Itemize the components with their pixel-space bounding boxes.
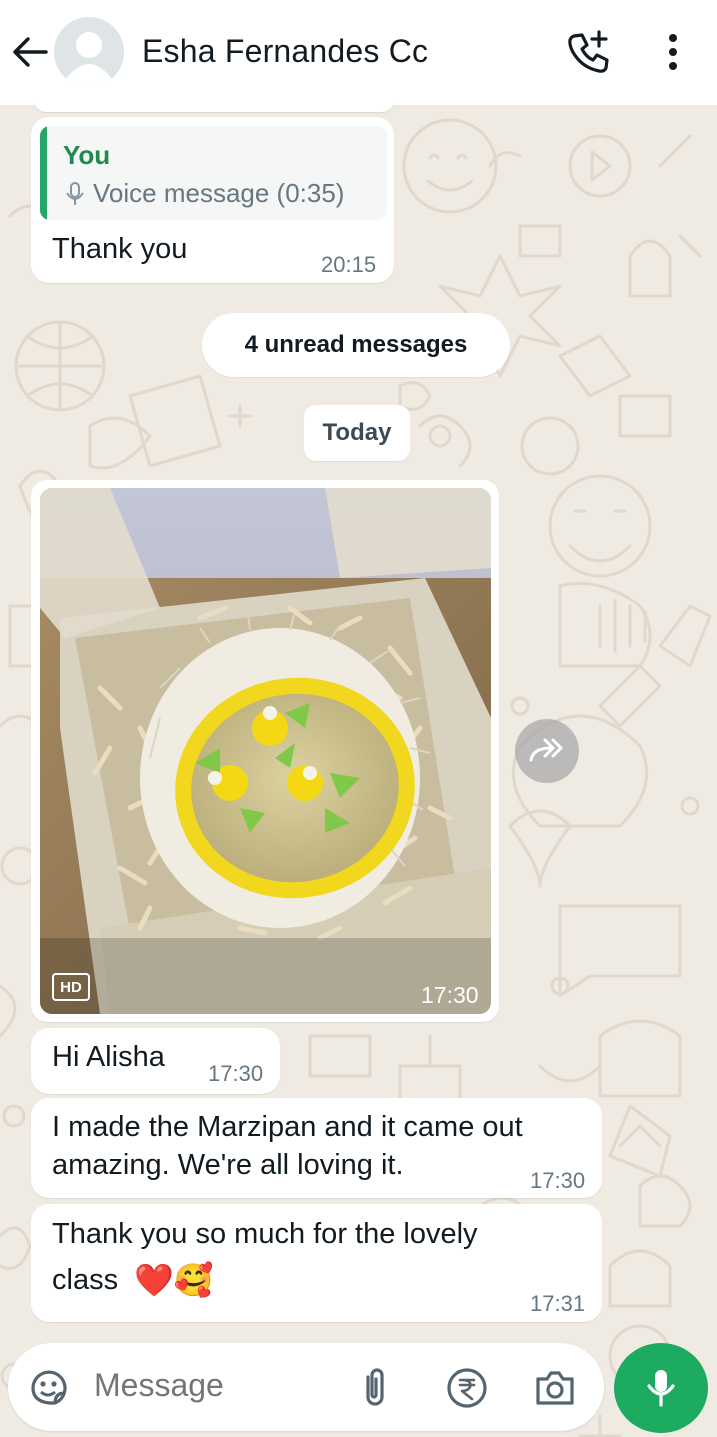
more-vert-icon[interactable] [656, 30, 690, 74]
message-text-line2: class [52, 1264, 119, 1296]
quote-author: You [63, 140, 111, 170]
sticker-icon[interactable] [28, 1367, 70, 1414]
unread-banner: 4 unread messages [202, 313, 510, 377]
message-text: Hi Alisha [52, 1041, 165, 1073]
quoted-message[interactable]: You Voice message (0:35) [40, 126, 387, 220]
message-emoji: ❤️🥰 [134, 1262, 214, 1298]
message-composer [8, 1343, 604, 1431]
voice-record-button[interactable] [614, 1343, 708, 1433]
add-call-icon[interactable] [566, 30, 612, 74]
hd-badge: HD [52, 973, 90, 1001]
forward-button[interactable] [515, 719, 579, 783]
voice-mic-icon [66, 181, 84, 205]
quote-content: Voice message (0:35) [65, 178, 344, 209]
unread-banner-text: 4 unread messages [244, 331, 468, 358]
camera-icon[interactable] [534, 1369, 576, 1412]
message-time: 17:31 [530, 1291, 586, 1316]
message-text: Thank you [52, 233, 188, 265]
date-divider: Today [304, 405, 410, 461]
avatar[interactable] [54, 17, 124, 87]
photo-image [40, 488, 491, 1014]
quote-text: Voice message (0:35) [93, 178, 345, 208]
chat-header: Esha Fernandes Cc [0, 0, 717, 106]
date-divider-text: Today [322, 419, 392, 446]
attach-icon[interactable] [360, 1365, 390, 1414]
mic-icon [647, 1370, 675, 1407]
marzipan-photo[interactable] [40, 488, 491, 1014]
back-arrow-icon[interactable] [10, 30, 50, 74]
contact-name[interactable]: Esha Fernandes Cc [142, 33, 428, 70]
photo-time: 17:30 [421, 982, 479, 1008]
forward-icon [529, 738, 563, 762]
message-input[interactable] [94, 1367, 344, 1404]
message-time: 17:30 [208, 1061, 264, 1086]
message-time: 17:30 [530, 1168, 586, 1193]
message-time: 20:15 [321, 252, 377, 277]
quote-accent-bar [40, 126, 47, 220]
previous-message-edge [34, 96, 394, 112]
message-text-line1: Thank you so much for the lovely [52, 1218, 478, 1250]
message-text-line2: amazing. We're all loving it. [52, 1149, 404, 1181]
rupee-payment-icon[interactable] [446, 1367, 488, 1414]
